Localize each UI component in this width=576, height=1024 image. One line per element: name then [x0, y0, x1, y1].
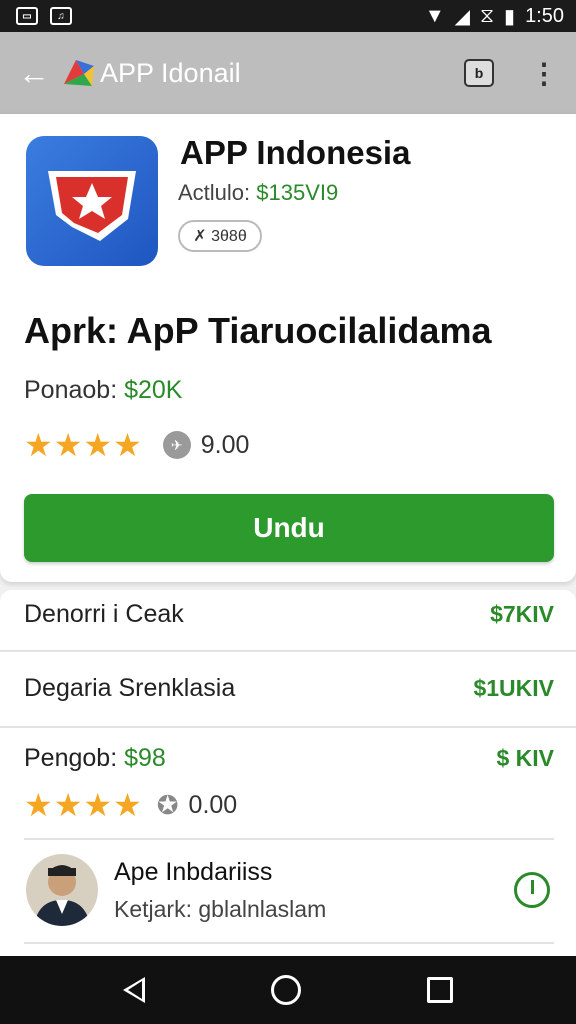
avatar[interactable] [26, 854, 98, 926]
sim-icon: ♫ [50, 7, 72, 25]
garuda-emblem-icon [48, 171, 136, 241]
nav-back-icon[interactable] [123, 977, 145, 1003]
app-logo-icon [62, 56, 96, 90]
divider [24, 838, 554, 840]
arrow-left-icon[interactable]: ← [18, 55, 62, 92]
star-rating-icon: ★★★★ [24, 427, 143, 463]
developer-name: Ape Inbdariiss [114, 858, 273, 886]
app-subtitle: Actlulo: $135VI9 [178, 180, 338, 206]
info-list: Denorri i Ceak $7KIV Degaria Srenklasia … [0, 590, 576, 956]
rating-value: 0.00 [188, 790, 238, 819]
app-detail-card: APP Indonesia Actlulo: $135VI9 ✗ 3θ8θ Ap… [0, 114, 576, 582]
rating-value: 9.00 [200, 430, 250, 459]
divider [0, 726, 576, 728]
app-bar: ← APP Idonail b ⋮ [0, 32, 576, 114]
store-icon[interactable]: b [464, 59, 494, 87]
clock-icon[interactable] [514, 872, 550, 908]
developer-subtitle-label: Ketjark: [114, 896, 199, 922]
list-item-value: $ KIV [496, 745, 554, 771]
app-name: APP Indonesia [180, 134, 411, 171]
navigation-bar [0, 956, 576, 1024]
price-value: $20K [124, 376, 183, 404]
list-item-label: Degaria Srenklasia [24, 674, 236, 702]
price-line: Ponaob: $20K [24, 376, 182, 405]
list-item-value: $1UKIV [473, 675, 554, 701]
list-item[interactable]: Degaria Srenklasia $1UKIV [24, 674, 554, 703]
more-vert-icon[interactable]: ⋮ [530, 57, 558, 90]
status-right: ▼ ◢ ⧖ ▮ 1:50 [425, 4, 564, 29]
nav-home-icon[interactable] [271, 975, 301, 1005]
list-item-label-value: $98 [124, 744, 166, 772]
developer-subtitle-value: gblalnlaslam [198, 896, 327, 922]
list-item[interactable]: Pengob: $98 $ KIV [24, 744, 554, 773]
badge-icon: ✪ [156, 789, 179, 820]
appbar-title: APP Idonail [100, 57, 241, 88]
nav-recents-icon[interactable] [427, 977, 453, 1003]
star-rating-icon: ★★★★ [24, 787, 143, 823]
developer-subtitle: Ketjark: gblalnlaslam [114, 896, 326, 923]
tag-chip[interactable]: ✗ 3θ8θ [178, 220, 262, 252]
divider [0, 650, 576, 652]
divider [24, 942, 554, 944]
list-item-value: $7KIV [490, 601, 554, 627]
status-bar: ▭ ♫ ▼ ◢ ⧖ ▮ 1:50 [0, 0, 576, 32]
page-headline: Aprk: ApP Tiaruocilalidama [24, 310, 492, 351]
reviews-icon: ✈ [162, 431, 191, 459]
status-left: ▭ ♫ [16, 7, 72, 25]
vibrate-icon: ⧖ [480, 4, 495, 27]
battery-icon: ▮ [504, 5, 516, 28]
app-icon [26, 136, 158, 266]
app-subtitle-value: $135VI9 [256, 180, 339, 205]
list-item-label-prefix: Pengob: [24, 744, 125, 772]
price-label: Ponaob: [24, 376, 125, 404]
rating-row-secondary: ★★★★ ✪ 0.00 [24, 786, 237, 824]
list-item-label: Pengob: $98 [24, 744, 166, 773]
wifi-icon: ▼ [424, 4, 445, 27]
list-item-label: Denorri i Ceak [24, 600, 184, 628]
app-subtitle-label: Actlulo: [178, 180, 257, 205]
status-time: 1:50 [525, 4, 564, 27]
notification-icon: ▭ [16, 7, 38, 25]
rating-row: ★★★★ ✈ 9.00 [24, 426, 249, 464]
signal-icon: ◢ [454, 5, 470, 28]
download-button[interactable]: Undu [24, 494, 554, 562]
list-item[interactable]: Denorri i Ceak $7KIV [24, 600, 554, 629]
